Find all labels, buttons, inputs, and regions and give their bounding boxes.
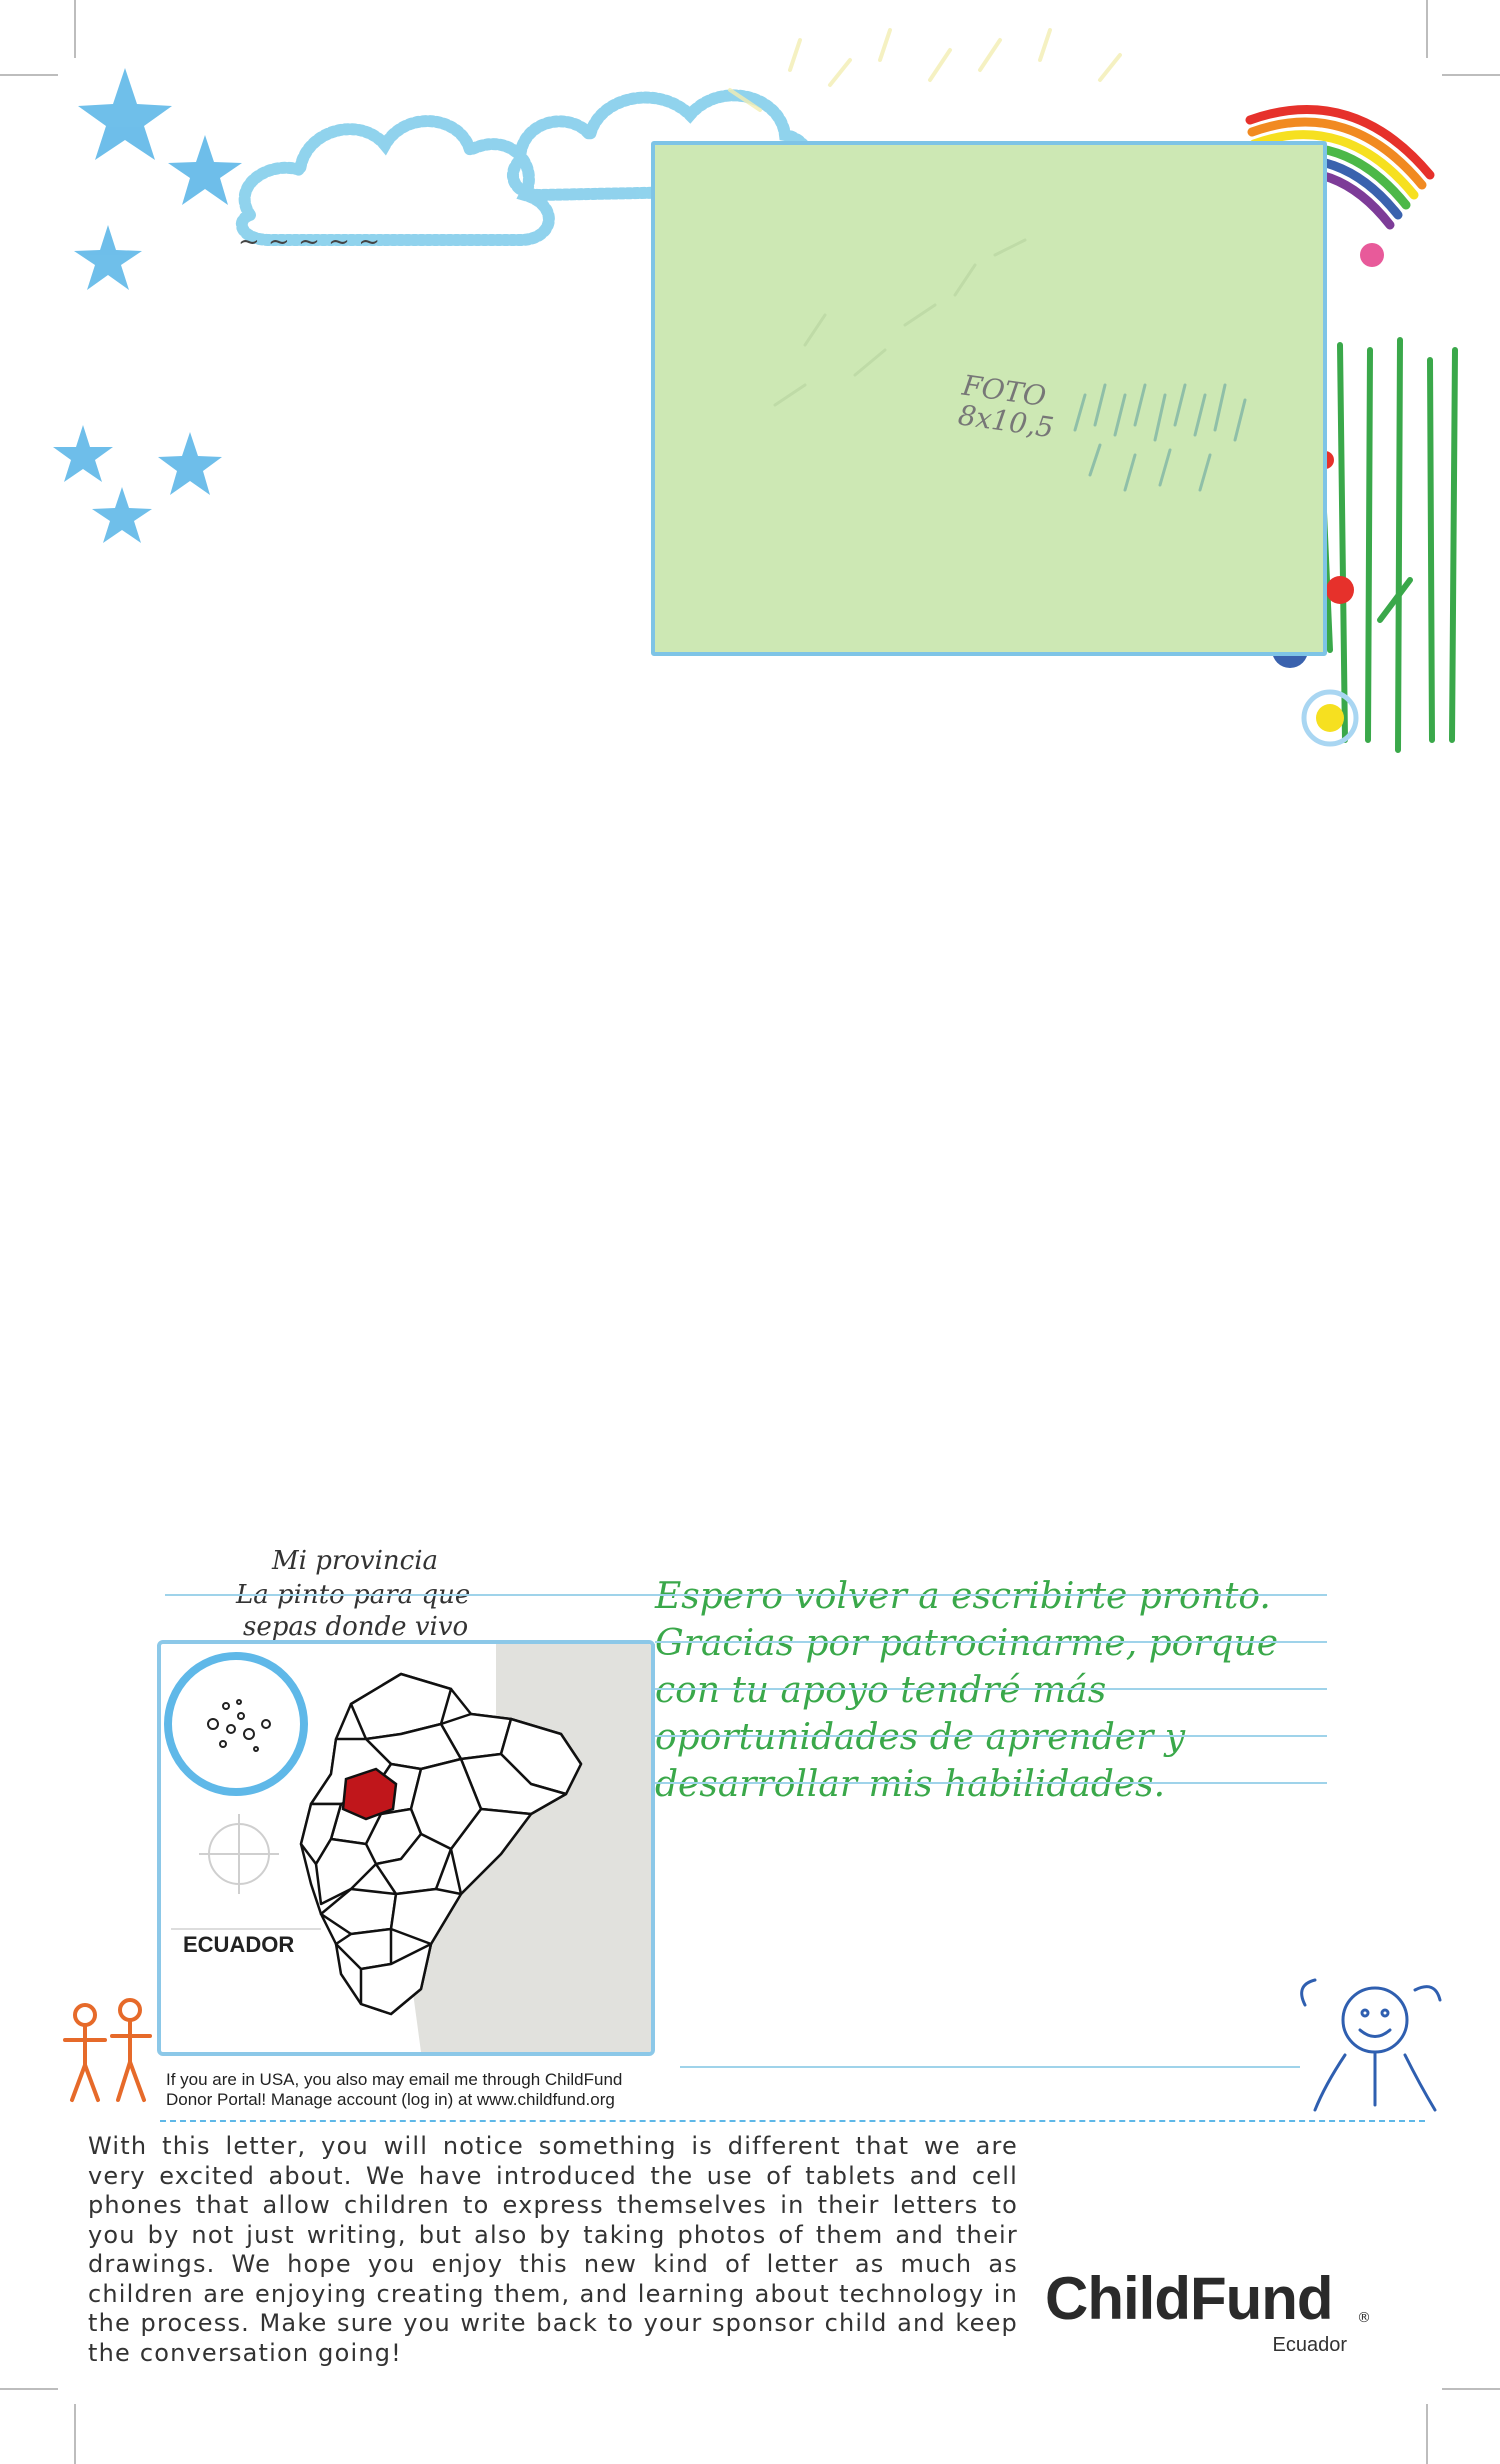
closing-line5: desarrollar mis habilidades.: [655, 1764, 1166, 1805]
writing-rule: [655, 1735, 1327, 1737]
compass-icon: [199, 1814, 279, 1894]
closing-message: Espero volver a escribirte pronto. Graci…: [655, 1576, 1327, 1805]
photo-placeholder: FOTO 8x10,5: [651, 141, 1327, 656]
highlighted-province: [341, 1767, 398, 1821]
logo-wordmark: ChildFund: [1045, 2265, 1334, 2332]
logo-country: Ecuador: [1272, 2334, 1348, 2356]
map-card: ECUADOR: [157, 1640, 655, 2056]
usa-note-line1: If you are in USA, you also may email me…: [166, 2070, 623, 2089]
closing-line2: Gracias por patrocinarme, porque: [655, 1623, 1279, 1664]
child-face-drawing: [1300, 1978, 1442, 2112]
flower-icon: [1326, 576, 1354, 604]
registered-mark: ®: [1357, 2310, 1371, 2326]
crop-mark-right-bottom: [1442, 2388, 1500, 2390]
star-icon: [168, 135, 242, 205]
crop-mark-left-bottom: [0, 2388, 58, 2390]
writing-rule: [655, 1594, 1327, 1596]
province-heading-line1: Mi provincia: [272, 1546, 439, 1576]
scribble-text: ~ ~ ~ ~ ~: [238, 227, 380, 257]
cloud-icon: [235, 115, 555, 246]
closing-line1: Espero volver a escribirte pronto.: [655, 1576, 1271, 1617]
crop-mark-bottom-right: [1426, 2404, 1428, 2464]
star-icon: [74, 225, 142, 290]
usa-note-line2: Donor Portal! Manage account (log in) at…: [166, 2090, 615, 2109]
children-drawing: [63, 1998, 152, 2102]
closing-line4: oportunidades de aprender y: [655, 1717, 1186, 1758]
galapagos-inset: [164, 1652, 308, 1796]
province-heading-line3: sepas donde vivo: [243, 1612, 469, 1642]
star-icon: [78, 68, 172, 160]
writing-rule: [655, 1641, 1327, 1643]
star-icon: [158, 432, 222, 495]
cut-line: [160, 2120, 1425, 2122]
flower-icon: [1316, 704, 1344, 732]
sponsor-explanation: With this letter, you will notice someth…: [88, 2132, 1018, 2367]
country-label: ECUADOR: [183, 1932, 295, 1957]
star-icon: [92, 487, 152, 543]
country-rule: [171, 1928, 321, 1930]
writing-rule: [655, 1688, 1327, 1690]
childfund-logo: ChildFund ® Ecuador: [1045, 2264, 1371, 2364]
closing-line3: con tu apoyo tendré más: [655, 1670, 1107, 1711]
writing-rule: [655, 1782, 1327, 1784]
star-icon: [53, 425, 113, 482]
writing-rule: [680, 2066, 1300, 2068]
province-rule: [165, 1594, 655, 1596]
butterfly-icon: [1360, 243, 1384, 267]
ecuador-map: [164, 1644, 651, 2052]
photo-label: FOTO 8x10,5: [956, 369, 1059, 445]
crop-mark-bottom-left: [74, 2404, 76, 2464]
